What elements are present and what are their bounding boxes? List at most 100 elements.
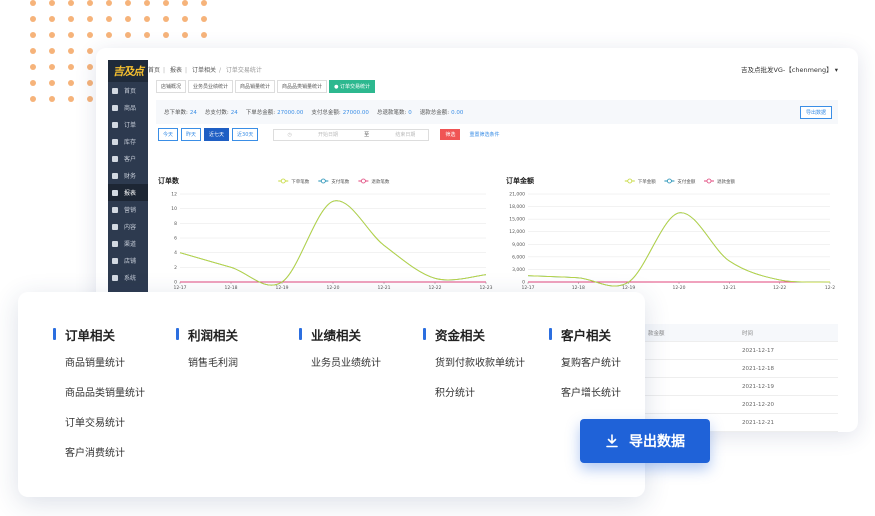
sidebar-item-label: 渠道 (124, 241, 137, 248)
export-data-button[interactable]: 导出数据 (580, 419, 710, 463)
breadcrumb-home[interactable]: 首页 (148, 67, 160, 74)
x-tick-label: 12-18 (572, 285, 585, 291)
table-cell-time: 2021-12-18 (742, 365, 774, 372)
menu-column: 业绩相关业务员业绩统计 (299, 326, 381, 372)
menu-item[interactable]: 商品品类销量统计 (53, 386, 145, 402)
tab[interactable]: ● 订单交易统计 (329, 80, 376, 93)
date-range-input[interactable]: ◷ 开始日期 至 结束日期 (273, 128, 430, 141)
breadcrumb: 首页 | 报表 | 订单相关 / 订单交易统计 (148, 65, 265, 74)
summary-items: 总下单数: 24 总支付数: 24 下单总金额: 27000.00 支付总金额: 27000.… (164, 108, 471, 116)
quick-range-button[interactable]: 近30天 (232, 128, 259, 141)
menu-column-title-text: 业绩相关 (311, 327, 362, 343)
sidebar-item[interactable]: 渠道 (108, 235, 148, 252)
decorative-dot (68, 32, 74, 38)
menu-item[interactable]: 订单交易统计 (53, 416, 145, 432)
menu-column: 客户相关 复购客户统计 客户增长统计 (549, 326, 621, 402)
decorative-dot (106, 16, 112, 22)
report-category-card: 订单相关 商品销量统计 商品品类销量统计 订单交易统计 客户消费统计 利润相关 销售毛利润业… (18, 292, 645, 497)
breadcrumb-report[interactable]: 报表 (170, 67, 182, 74)
sidebar-item[interactable]: 内容 (108, 218, 148, 235)
tab[interactable]: 商品品类销量统计 (277, 80, 328, 93)
sidebar-item[interactable]: 系统 (108, 269, 148, 286)
menu-item[interactable]: 客户增长统计 (549, 386, 621, 402)
summary-value: 0.00 (451, 110, 464, 116)
decorative-dot (87, 80, 93, 86)
summary-item: 总退款笔数: 0 (377, 108, 412, 116)
menu-item[interactable]: 货到付款收款单统计 (423, 356, 525, 372)
x-tick-label: 12-19 (275, 285, 288, 291)
y-tick-label: 12,000 (509, 229, 525, 235)
summary-item: 退款总金额: 0.00 (420, 108, 464, 116)
decorative-dot (49, 80, 55, 86)
menu-item[interactable]: 业务员业绩统计 (299, 356, 381, 372)
breadcrumb-order[interactable]: 订单相关 (192, 67, 216, 74)
summary-value: 24 (189, 110, 197, 116)
accent-bar (176, 328, 179, 340)
decorative-dot (30, 80, 36, 86)
sidebar-item[interactable]: 库存 (108, 133, 148, 150)
decorative-dot (30, 48, 36, 54)
decorative-dot (87, 0, 93, 6)
summary-label: 总下单数: (164, 110, 188, 116)
y-tick-label: 12 (171, 192, 177, 198)
end-date-placeholder: 结束日期 (395, 132, 416, 138)
menu-item[interactable]: 客户消费统计 (53, 446, 145, 462)
sidebar-item[interactable]: 财务 (108, 167, 148, 184)
menu-item-list: 销售毛利润 (176, 356, 238, 372)
reset-filter-link[interactable]: 重置筛选条件 (469, 131, 499, 138)
legend-swatch-dot (280, 178, 286, 184)
legend-swatch-dot (627, 178, 633, 184)
sidebar-item-label: 订单 (124, 122, 137, 129)
quick-range-button[interactable]: 今天 (158, 128, 179, 141)
decorative-dot (49, 32, 55, 38)
quick-range-buttons: 今天 昨天 近七天 近30天 (158, 128, 259, 141)
series-line (179, 200, 487, 286)
y-tick-label: 6 (174, 236, 177, 242)
table-row: 2021-12-18 (642, 360, 838, 378)
content-icon (112, 223, 118, 230)
breadcrumb-sep: | (163, 66, 166, 74)
decorative-dot (68, 64, 74, 70)
menu-item[interactable]: 复购客户统计 (549, 356, 621, 372)
summary-label: 退款总金额: (419, 110, 450, 116)
menu-column-title: 资金相关 (423, 326, 525, 343)
user-menu[interactable]: 吉及点批发VG-【chenmeng】 ▾ (741, 64, 838, 74)
series-line (527, 212, 831, 287)
order-amount-chart: 订单金额 下单金额 支付金额 退款金额 0 3,000 6,000 9,000 12,000 1… (506, 176, 836, 292)
menu-column-title-text: 利润相关 (188, 327, 239, 343)
menu-item[interactable]: 积分统计 (423, 386, 525, 402)
menu-item[interactable]: 销售毛利润 (176, 356, 238, 372)
tab[interactable]: 商品销量统计 (235, 80, 276, 93)
decorative-dot (106, 0, 112, 6)
sidebar-item[interactable]: 客户 (108, 150, 148, 167)
sidebar-item-label: 内容 (124, 224, 137, 231)
tab[interactable]: 店铺概况 (156, 80, 187, 93)
data-table: 款金额 时间 2021-12-17 2021-12-18 2021-12-19 202… (642, 324, 838, 432)
tab[interactable]: 业务员业绩统计 (188, 80, 234, 93)
legend-swatch-dot (360, 178, 366, 184)
menu-column: 利润相关销售毛利润 (176, 326, 238, 372)
decorative-dot (68, 96, 74, 102)
menu-item[interactable]: 商品销量统计 (53, 356, 145, 372)
decorative-dot (182, 16, 188, 22)
shop-icon (112, 257, 118, 264)
quick-range-button[interactable]: 昨天 (181, 128, 202, 141)
sidebar-item[interactable]: 首页 (108, 82, 148, 99)
sidebar-item[interactable]: 商品 (108, 99, 148, 116)
decorative-dot (87, 32, 93, 38)
x-tick-label: 12-19 (622, 285, 635, 291)
sidebar-item[interactable]: 订单 (108, 116, 148, 133)
sidebar-item[interactable]: 报表 (108, 184, 148, 201)
quick-range-button[interactable]: 近七天 (204, 128, 230, 141)
sidebar-item[interactable]: 营销 (108, 201, 148, 218)
x-tick-label: 12-23 (479, 285, 492, 291)
filter-button[interactable]: 筛选 (440, 129, 461, 140)
accent-bar (549, 328, 552, 340)
x-tick-label: 12-20 (672, 285, 685, 291)
order-icon (112, 121, 118, 128)
sidebar-item[interactable]: 店铺 (108, 252, 148, 269)
sidebar-item-label: 报表 (124, 190, 137, 197)
export-data-small-button[interactable]: 导出数据 (799, 105, 832, 119)
menu-column-title-text: 资金相关 (435, 327, 486, 343)
decorative-dot (87, 96, 93, 102)
